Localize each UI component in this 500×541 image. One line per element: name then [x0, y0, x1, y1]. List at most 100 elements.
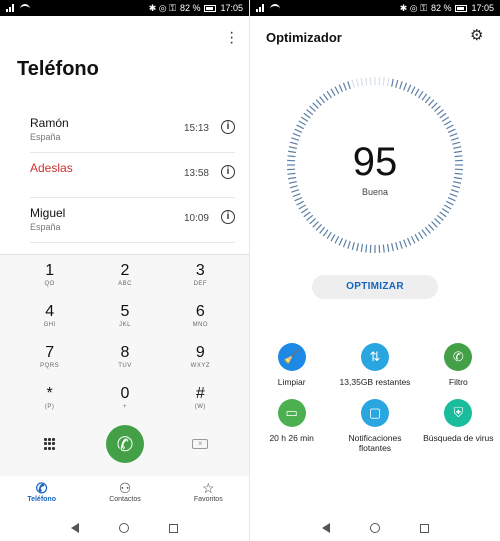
recents-icon[interactable]: [419, 523, 429, 533]
notification-icon: ▢: [360, 399, 389, 427]
gauge-tick: [431, 102, 438, 109]
tool-storage[interactable]: ⇅ 13,35GB restantes: [333, 343, 416, 387]
gauge-tick: [347, 81, 351, 90]
gauge-tick: [391, 243, 394, 252]
gauge-tick: [303, 112, 311, 119]
back-icon[interactable]: [321, 523, 330, 533]
recents-icon[interactable]: [169, 523, 178, 533]
gauge-tick: [436, 109, 444, 116]
call-log-item[interactable]: Ramón España 15:13 i: [30, 108, 235, 153]
back-icon[interactable]: [71, 523, 79, 533]
gauge-tick: [360, 243, 364, 253]
gauge-tick: [382, 77, 385, 86]
gauge-tick: [312, 221, 319, 228]
shield-search-icon: ⛨: [444, 399, 473, 427]
gauge-tick: [298, 120, 307, 126]
caller-name: Miguel: [30, 206, 66, 220]
call-log-item[interactable]: Miguel España 10:09 i: [30, 198, 235, 243]
system-nav-bar: [0, 515, 249, 541]
gauge-tick: [306, 214, 314, 221]
wifi-icon: [270, 4, 280, 12]
gauge-tick: [424, 96, 431, 104]
gauge-tick: [294, 196, 303, 202]
dialpad-keys: 1 QO 2 ABC 3 DEF 4 GHI 5 JKL 6 MNO 7 PQRS 8 TUV …: [12, 259, 238, 423]
gauge-tick: [447, 196, 456, 202]
phone-icon: ✆: [35, 480, 48, 496]
gauge-tick: [360, 77, 364, 87]
score-value: 95: [352, 140, 398, 184]
dial-key-1[interactable]: 1 QO: [12, 259, 87, 300]
gauge-tick: [418, 231, 424, 240]
gauge-tick: [309, 218, 316, 225]
tool-notifications[interactable]: ▢ Notificaciones flotantes: [333, 399, 416, 453]
info-icon[interactable]: i: [221, 165, 235, 179]
gauge-tick: [386, 243, 390, 253]
star-icon: ☆: [202, 480, 215, 496]
gauge-tick: [441, 208, 450, 214]
gauge-tick: [406, 84, 412, 93]
gauge-tick: [436, 214, 444, 221]
gauge-tick: [296, 124, 304, 130]
dial-key-hash[interactable]: # (W): [163, 382, 238, 423]
status-bar: ✱ ◎ ⚿ 82 % 17:05: [0, 0, 249, 16]
tool-clean[interactable]: 🧹 Limpiar: [250, 343, 333, 387]
battery-percent: 82 %: [179, 3, 201, 13]
call-log-item[interactable]: Adeslas 13:58 i: [30, 153, 235, 198]
tab-telefono[interactable]: ✆ Teléfono: [12, 476, 72, 514]
tool-virus-scan[interactable]: ⛨ Búsqueda de virus: [417, 399, 500, 453]
home-icon[interactable]: [119, 523, 129, 533]
backspace-icon[interactable]: ×: [192, 439, 209, 449]
gauge-tick: [300, 208, 309, 214]
gauge-tick: [414, 88, 420, 97]
call-button[interactable]: ✆: [105, 425, 144, 463]
dial-key-5[interactable]: 5 JKL: [87, 300, 162, 341]
score-label: Buena: [361, 187, 389, 197]
gauge-tick: [365, 244, 368, 253]
status-bar: ✱ ◎ ⚿ 82 % 17:05: [250, 0, 500, 16]
gauge-tick: [443, 204, 452, 210]
transfer-arrows-icon: ⇅: [360, 343, 389, 371]
dial-key-star[interactable]: * (P): [12, 382, 87, 423]
dial-key-7[interactable]: 7 PQRS: [12, 341, 87, 382]
dial-key-4[interactable]: 4 GHI: [12, 300, 87, 341]
call-time: 15:13: [183, 123, 209, 134]
page-title: Teléfono: [17, 58, 99, 80]
gear-icon[interactable]: ⚙: [470, 28, 484, 43]
gauge-tick: [351, 242, 355, 251]
dial-key-6[interactable]: 6 MNO: [163, 300, 238, 341]
gauge-tick: [326, 90, 332, 99]
optimize-button[interactable]: OPTIMIZAR: [312, 275, 438, 299]
tool-battery[interactable]: ▭ 20 h 26 min: [250, 399, 333, 453]
info-icon[interactable]: i: [221, 120, 235, 134]
gauge-tick: [292, 132, 301, 137]
status-icons: ✱ ◎ ⚿: [148, 2, 176, 13]
dial-key-9[interactable]: 9 WXYZ: [163, 341, 238, 382]
dial-key-3[interactable]: 3 DEF: [163, 259, 238, 300]
gauge-tick: [431, 221, 438, 228]
battery-icon: ▭: [277, 399, 306, 427]
info-icon[interactable]: i: [221, 210, 235, 224]
phone-block-icon: ✆: [444, 343, 473, 371]
dial-key-0[interactable]: 0 +: [87, 382, 162, 423]
dialpad-toggle-icon[interactable]: [43, 438, 56, 450]
tab-contactos[interactable]: ⚇ Contactos: [95, 476, 155, 514]
gauge-tick: [309, 105, 316, 112]
call-log: Ramón España 15:13 i Adeslas 13:58 i Mig…: [30, 108, 235, 243]
status-time: 17:05: [220, 3, 243, 13]
gauge-tick: [351, 79, 355, 88]
tool-filter[interactable]: ✆ Filtro: [417, 343, 500, 387]
dial-key-2[interactable]: 2 ABC: [87, 259, 162, 300]
optimizer-app: ✱ ◎ ⚿ 82 % 17:05 Optimizador ⚙ 95 Buena …: [250, 0, 500, 541]
gauge-tick: [410, 86, 416, 94]
call-time: 10:09: [183, 213, 209, 224]
battery-icon: [455, 4, 468, 12]
bottom-tabs: ✆ Teléfono ⚇ Contactos ☆ Favoritos: [0, 476, 249, 514]
status-icons: ✱ ◎ ⚿: [399, 2, 427, 13]
dial-key-8[interactable]: 8 TUV: [87, 341, 162, 382]
tab-favoritos[interactable]: ☆ Favoritos: [178, 476, 238, 514]
gauge-tick: [330, 233, 336, 242]
home-icon[interactable]: [369, 523, 380, 533]
more-options-icon[interactable]: · · ·: [229, 25, 234, 51]
gauge-tick: [406, 237, 412, 246]
gauge-tick: [443, 120, 452, 126]
